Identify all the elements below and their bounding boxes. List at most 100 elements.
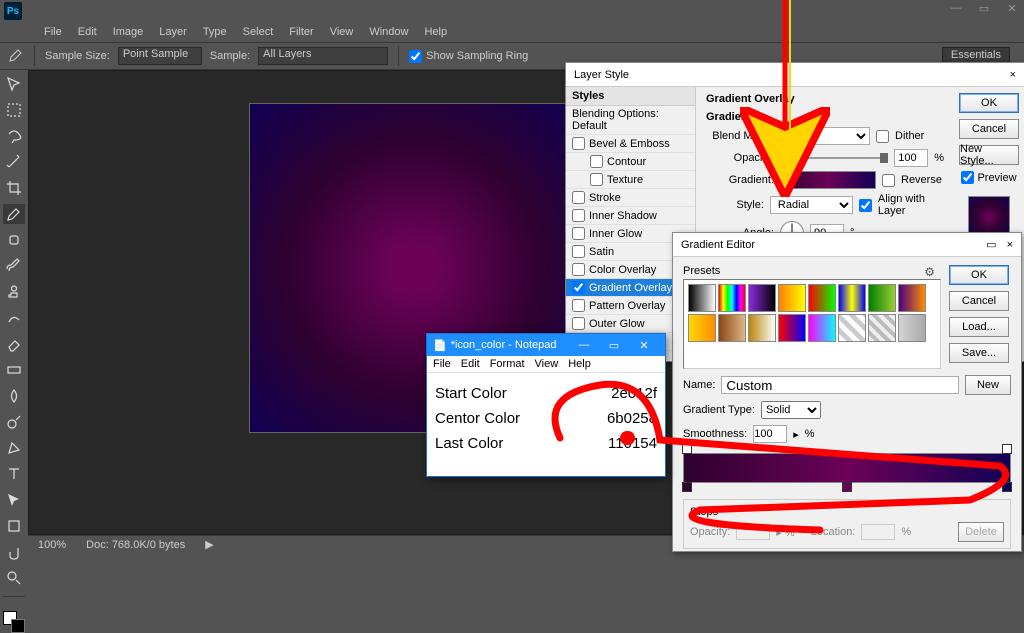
preview-checkbox[interactable] [961,171,974,184]
menu-select[interactable]: Select [235,26,282,38]
notepad-menu-format[interactable]: Format [490,358,525,370]
notepad-minimize-icon[interactable]: — [569,339,599,352]
smoothness-arrow-icon[interactable]: ▸ [793,428,799,441]
gradient-editor-dialog[interactable]: Gradient Editor ▭× Presets ⚙ OK Cancel L… [672,232,1022,552]
notepad-menu-edit[interactable]: Edit [461,358,480,370]
type-tool[interactable] [3,464,25,484]
gear-icon[interactable]: ⚙ [924,265,935,279]
notepad-menu-view[interactable]: View [535,358,559,370]
opacity-stop-right[interactable] [1002,444,1012,454]
effect-checkbox[interactable] [572,191,585,204]
new-style-button[interactable]: New Style... [959,145,1019,165]
new-gradient-button[interactable]: New [965,375,1011,395]
menu-type[interactable]: Type [195,26,235,38]
blur-tool[interactable] [3,386,25,406]
notepad-menu-help[interactable]: Help [568,358,591,370]
shape-tool[interactable] [3,516,25,536]
gradient-editor-close-icon[interactable]: × [1007,239,1013,251]
preset-swatch[interactable] [808,314,836,342]
preset-swatch[interactable] [778,314,806,342]
opacity-stop-left[interactable] [682,444,692,454]
effect-checkbox[interactable] [572,281,585,294]
path-tool[interactable] [3,490,25,510]
gradient-type-dropdown[interactable]: Solid [761,401,821,419]
sample-layers-dropdown[interactable]: All Layers [258,47,388,65]
gradient-tool[interactable] [3,360,25,380]
menu-view[interactable]: View [322,26,362,38]
blending-options-row[interactable]: Blending Options: Default [566,106,695,135]
history-brush-tool[interactable] [3,308,25,328]
color-stop-left[interactable] [682,482,692,492]
effect-bevel-emboss[interactable]: Bevel & Emboss [566,135,695,153]
gradient-preview-dropdown[interactable] [780,171,876,189]
menu-edit[interactable]: Edit [70,26,105,38]
preset-swatch[interactable] [748,314,776,342]
brush-tool[interactable] [3,256,25,276]
menu-layer[interactable]: Layer [151,26,195,38]
preset-swatch[interactable] [898,284,926,312]
ge-save-button[interactable]: Save... [949,343,1009,363]
effect-checkbox[interactable] [572,263,585,276]
notepad-close-icon[interactable]: ✕ [629,339,659,352]
eraser-tool[interactable] [3,334,25,354]
workspace-switcher[interactable]: Essentials [942,47,1010,63]
color-stop-mid[interactable] [842,482,852,492]
ok-button[interactable]: OK [959,93,1019,113]
menu-help[interactable]: Help [416,26,455,38]
preset-swatch[interactable] [838,284,866,312]
preset-swatch[interactable] [718,314,746,342]
window-minimize-icon[interactable]: — [946,2,966,15]
align-with-layer-checkbox[interactable] [859,199,872,212]
status-arrow-icon[interactable]: ▶ [205,538,213,551]
preset-swatch[interactable] [868,314,896,342]
sample-size-dropdown[interactable]: Point Sample [118,47,202,65]
style-dropdown[interactable]: Radial [770,196,853,214]
effect-contour[interactable]: Contour [566,153,695,171]
wand-tool[interactable] [3,152,25,172]
window-maximize-icon[interactable]: ▭ [974,2,994,15]
presets-grid[interactable] [683,279,941,369]
preset-swatch[interactable] [868,284,896,312]
crop-tool[interactable] [3,178,25,198]
ge-ok-button[interactable]: OK [949,265,1009,285]
color-swatches[interactable] [3,611,25,633]
layer-style-close-icon[interactable]: × [1010,69,1016,81]
preset-swatch[interactable] [718,284,746,312]
effect-checkbox[interactable] [572,227,585,240]
move-tool[interactable] [3,74,25,94]
smoothness-input[interactable] [753,425,787,443]
window-close-icon[interactable]: ✕ [1002,2,1022,15]
effect-checkbox[interactable] [572,209,585,222]
dodge-tool[interactable] [3,412,25,432]
main-menubar[interactable]: FileEditImageLayerTypeSelectFilterViewWi… [0,22,1024,42]
stamp-tool[interactable] [3,282,25,302]
pen-tool[interactable] [3,438,25,458]
effect-checkbox[interactable] [572,137,585,150]
preset-swatch[interactable] [808,284,836,312]
opacity-input[interactable] [894,149,928,167]
notepad-menubar[interactable]: FileEditFormatViewHelp [427,356,665,373]
menu-image[interactable]: Image [105,26,152,38]
effect-checkbox[interactable] [572,245,585,258]
color-stop-right[interactable] [1002,482,1012,492]
effect-texture[interactable]: Texture [566,171,695,189]
effect-checkbox[interactable] [590,155,603,168]
preset-swatch[interactable] [688,314,716,342]
effect-checkbox[interactable] [590,173,603,186]
eyedropper-tool-icon[interactable] [8,47,24,66]
dither-checkbox[interactable] [876,130,889,143]
menu-filter[interactable]: Filter [281,26,321,38]
effect-checkbox[interactable] [572,317,585,330]
zoom-tool[interactable] [3,568,25,588]
cancel-button[interactable]: Cancel [959,119,1019,139]
preset-swatch[interactable] [898,314,926,342]
notepad-window[interactable]: 📄 *icon_color - Notepad — ▭ ✕ FileEditFo… [426,333,666,477]
menu-file[interactable]: File [36,26,70,38]
notepad-text-area[interactable]: Start Color2e012fCentor Color6b0258Last … [427,373,665,476]
blend-mode-dropdown[interactable] [780,127,870,145]
zoom-level[interactable]: 100% [38,539,66,551]
ge-cancel-button[interactable]: Cancel [949,291,1009,311]
preset-swatch[interactable] [778,284,806,312]
preset-swatch[interactable] [838,314,866,342]
menu-window[interactable]: Window [361,26,416,38]
